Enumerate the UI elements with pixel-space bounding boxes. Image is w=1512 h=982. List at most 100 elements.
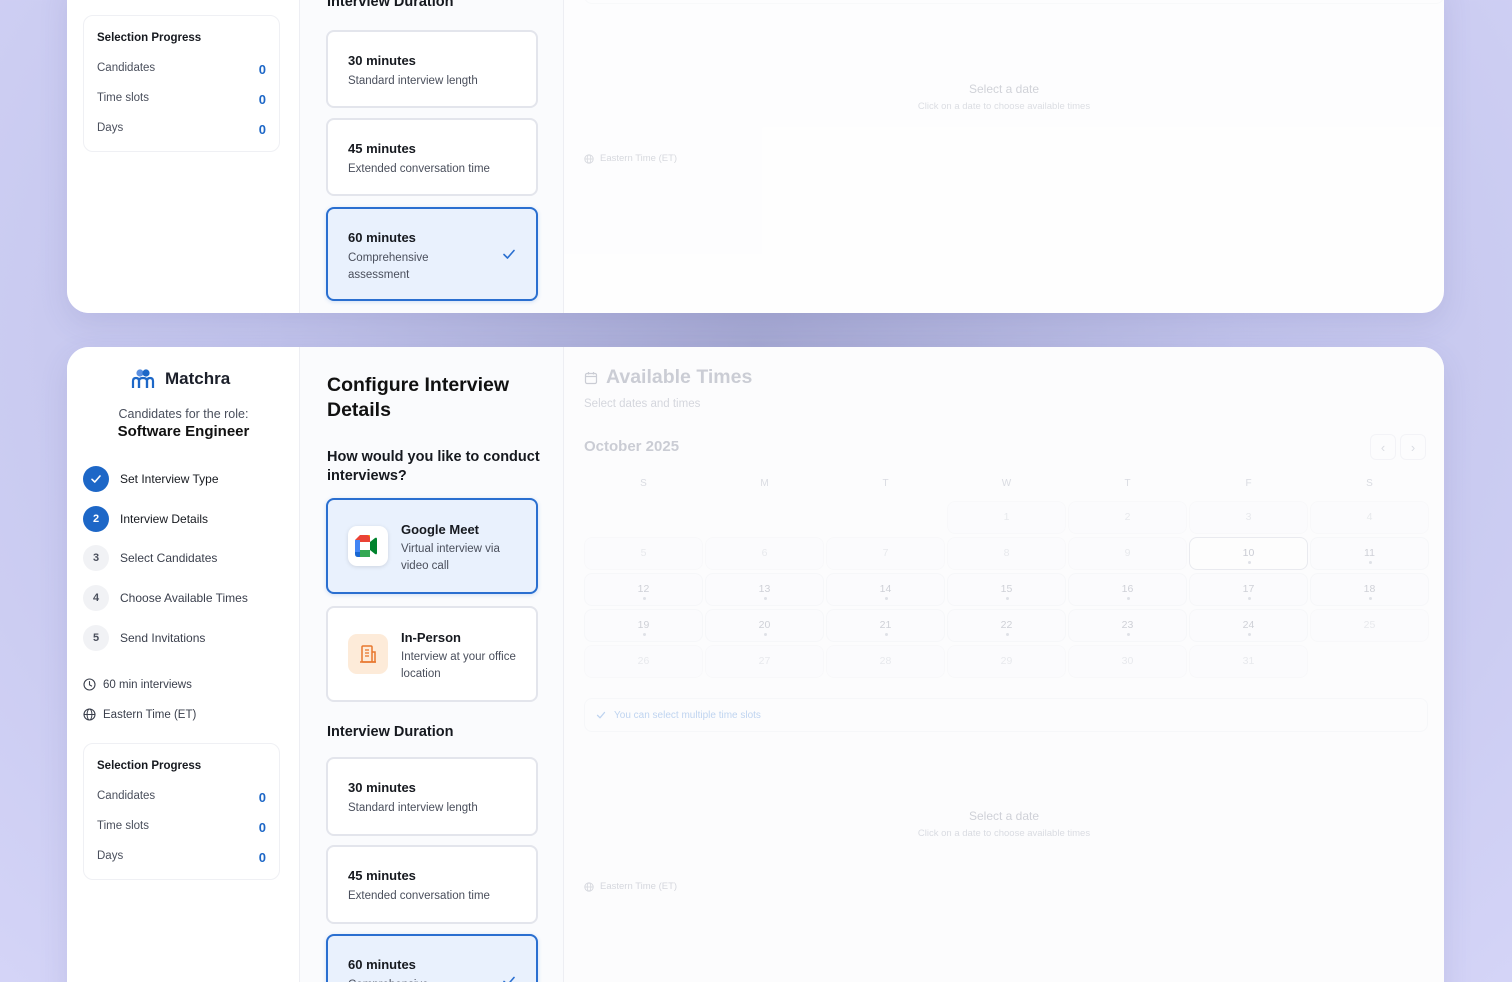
progress-row-time-slots: Time slots 0 — [97, 92, 266, 107]
calendar-day-number: 16 — [1121, 583, 1134, 595]
duration-option-60[interactable]: 60 minutes Comprehensive assessment — [326, 207, 538, 301]
progress-title: Selection Progress — [97, 760, 202, 772]
calendar-day[interactable]: 1 — [947, 501, 1066, 534]
calendar-day[interactable]: 3 — [1189, 501, 1308, 534]
calendar-day[interactable]: 5 — [584, 537, 703, 570]
clock-icon — [83, 678, 96, 691]
step-interview-details[interactable]: 2 Interview Details — [83, 506, 208, 532]
availability-dot — [1006, 597, 1009, 600]
calendar-day[interactable]: 13 — [705, 573, 824, 606]
progress-row-days: Days 0 — [97, 122, 266, 137]
calendar-day[interactable]: 30 — [1068, 645, 1187, 678]
select-date-subtext: Click on a date to choose available time… — [917, 101, 1091, 112]
step-choose-available-times[interactable]: 4 Choose Available Times — [83, 585, 248, 611]
weekday-label: W — [1001, 478, 1012, 489]
google-meet-icon — [348, 526, 388, 566]
scrolled-panel-preview: Selection Progress Candidates 0 Time slo… — [67, 0, 1444, 313]
calendar-day[interactable]: 20 — [705, 609, 824, 642]
calendar-day-number: 30 — [1121, 655, 1134, 667]
calendar-day[interactable]: 31 — [1189, 645, 1308, 678]
calendar-day-number: 21 — [879, 619, 892, 631]
page-title: Configure Interview Details — [327, 374, 510, 421]
select-date-text: Select a date — [968, 82, 1040, 96]
calendar-day-number: 13 — [758, 583, 771, 595]
calendar-day[interactable]: 17 — [1189, 573, 1308, 606]
calendar-day[interactable]: 2 — [1068, 501, 1187, 534]
config-column: Configure Interview Details How would yo… — [300, 347, 564, 982]
calendar-day-number: 4 — [1366, 511, 1373, 523]
calendar-day[interactable]: 11 — [1310, 537, 1429, 570]
calendar-day[interactable]: 7 — [826, 537, 945, 570]
select-date-subtext: Click on a date to choose available time… — [917, 828, 1091, 839]
calendar-day[interactable]: 6 — [705, 537, 824, 570]
calendar-day[interactable]: 9 — [1068, 537, 1187, 570]
calendar-day[interactable]: 24 — [1189, 609, 1308, 642]
duration-option-60[interactable]: 60 minutes Comprehensive assessment — [326, 934, 538, 982]
available-times-content: Available Times Select dates and times O… — [564, 347, 1444, 982]
available-times-title: Available Times — [584, 366, 752, 389]
brand: Matchra — [131, 368, 230, 390]
calendar-day[interactable]: 16 — [1068, 573, 1187, 606]
availability-dot — [1006, 633, 1009, 636]
method-option-in-person[interactable]: In-Person Interview at your office locat… — [326, 606, 538, 702]
chevron-right-icon: › — [1410, 439, 1416, 455]
calendar-day[interactable]: 14 — [826, 573, 945, 606]
calendar-day-number: 19 — [637, 619, 650, 631]
calendar-icon — [584, 371, 598, 384]
next-month-button[interactable]: › — [1400, 434, 1426, 460]
calendar-day[interactable]: 21 — [826, 609, 945, 642]
timezone-note: Eastern Time (ET) — [584, 153, 677, 164]
calendar-day[interactable]: 29 — [947, 645, 1066, 678]
weekday-label: T — [882, 478, 889, 489]
calendar-day-number: 2 — [1124, 511, 1131, 523]
calendar-day[interactable]: 12 — [584, 573, 703, 606]
calendar-day[interactable]: 4 — [1310, 501, 1429, 534]
calendar-day[interactable]: 15 — [947, 573, 1066, 606]
weekday-label: T — [1124, 478, 1131, 489]
check-icon — [596, 711, 606, 719]
calendar-day-number: 12 — [637, 583, 650, 595]
calendar-day[interactable]: 28 — [826, 645, 945, 678]
duration-option-30[interactable]: 30 minutes Standard interview length — [326, 30, 538, 108]
duration-heading: Interview Duration — [327, 0, 454, 10]
matchra-logo-icon — [131, 369, 155, 388]
calendar-day-number: 28 — [879, 655, 892, 667]
calendar-day-number: 22 — [1000, 619, 1013, 631]
calendar-day-number: 17 — [1242, 583, 1255, 595]
calendar-day[interactable]: 19 — [584, 609, 703, 642]
calendar-day[interactable]: 25 — [1310, 609, 1429, 642]
step-select-candidates[interactable]: 3 Select Candidates — [83, 545, 217, 571]
meta-duration: 60 min interviews — [83, 678, 192, 691]
calendar-day[interactable]: 8 — [947, 537, 1066, 570]
calendar-day[interactable]: 10 — [1189, 537, 1308, 570]
duration-option-45[interactable]: 45 minutes Extended conversation time — [326, 118, 538, 196]
availability-dot — [1248, 633, 1251, 636]
check-icon — [83, 466, 109, 492]
building-icon — [348, 634, 388, 674]
prev-month-button[interactable]: ‹ — [1370, 434, 1396, 460]
calendar-day[interactable]: 23 — [1068, 609, 1187, 642]
calendar-day[interactable]: 22 — [947, 609, 1066, 642]
method-option-google-meet[interactable]: Google Meet Virtual interview via video … — [326, 498, 538, 594]
calendar-day[interactable]: 27 — [705, 645, 824, 678]
duration-option-30[interactable]: 30 minutes Standard interview length — [326, 757, 538, 836]
sidebar: Matchra Candidates for the role: Softwar… — [67, 347, 300, 982]
globe-icon — [584, 153, 594, 164]
step-send-invitations[interactable]: 5 Send Invitations — [83, 625, 205, 651]
calendar-day[interactable]: 26 — [584, 645, 703, 678]
timezone-note: Eastern Time (ET) — [584, 881, 677, 892]
calendar-day-number: 31 — [1242, 655, 1255, 667]
availability-dot — [1369, 597, 1372, 600]
duration-option-45[interactable]: 45 minutes Extended conversation time — [326, 845, 538, 924]
calendar-day-number: 27 — [758, 655, 771, 667]
calendar-day[interactable]: 18 — [1310, 573, 1429, 606]
role-caption: Candidates for the role: — [118, 407, 249, 421]
availability-dot — [1127, 597, 1130, 600]
step-set-interview-type[interactable]: Set Interview Type — [83, 466, 219, 492]
role-title: Software Engineer — [117, 423, 250, 440]
calendar-day-number: 1 — [1003, 511, 1010, 523]
multi-note-edge — [584, 0, 1444, 4]
calendar-day-number: 24 — [1242, 619, 1255, 631]
availability-dot — [885, 597, 888, 600]
availability-dot — [1127, 633, 1130, 636]
